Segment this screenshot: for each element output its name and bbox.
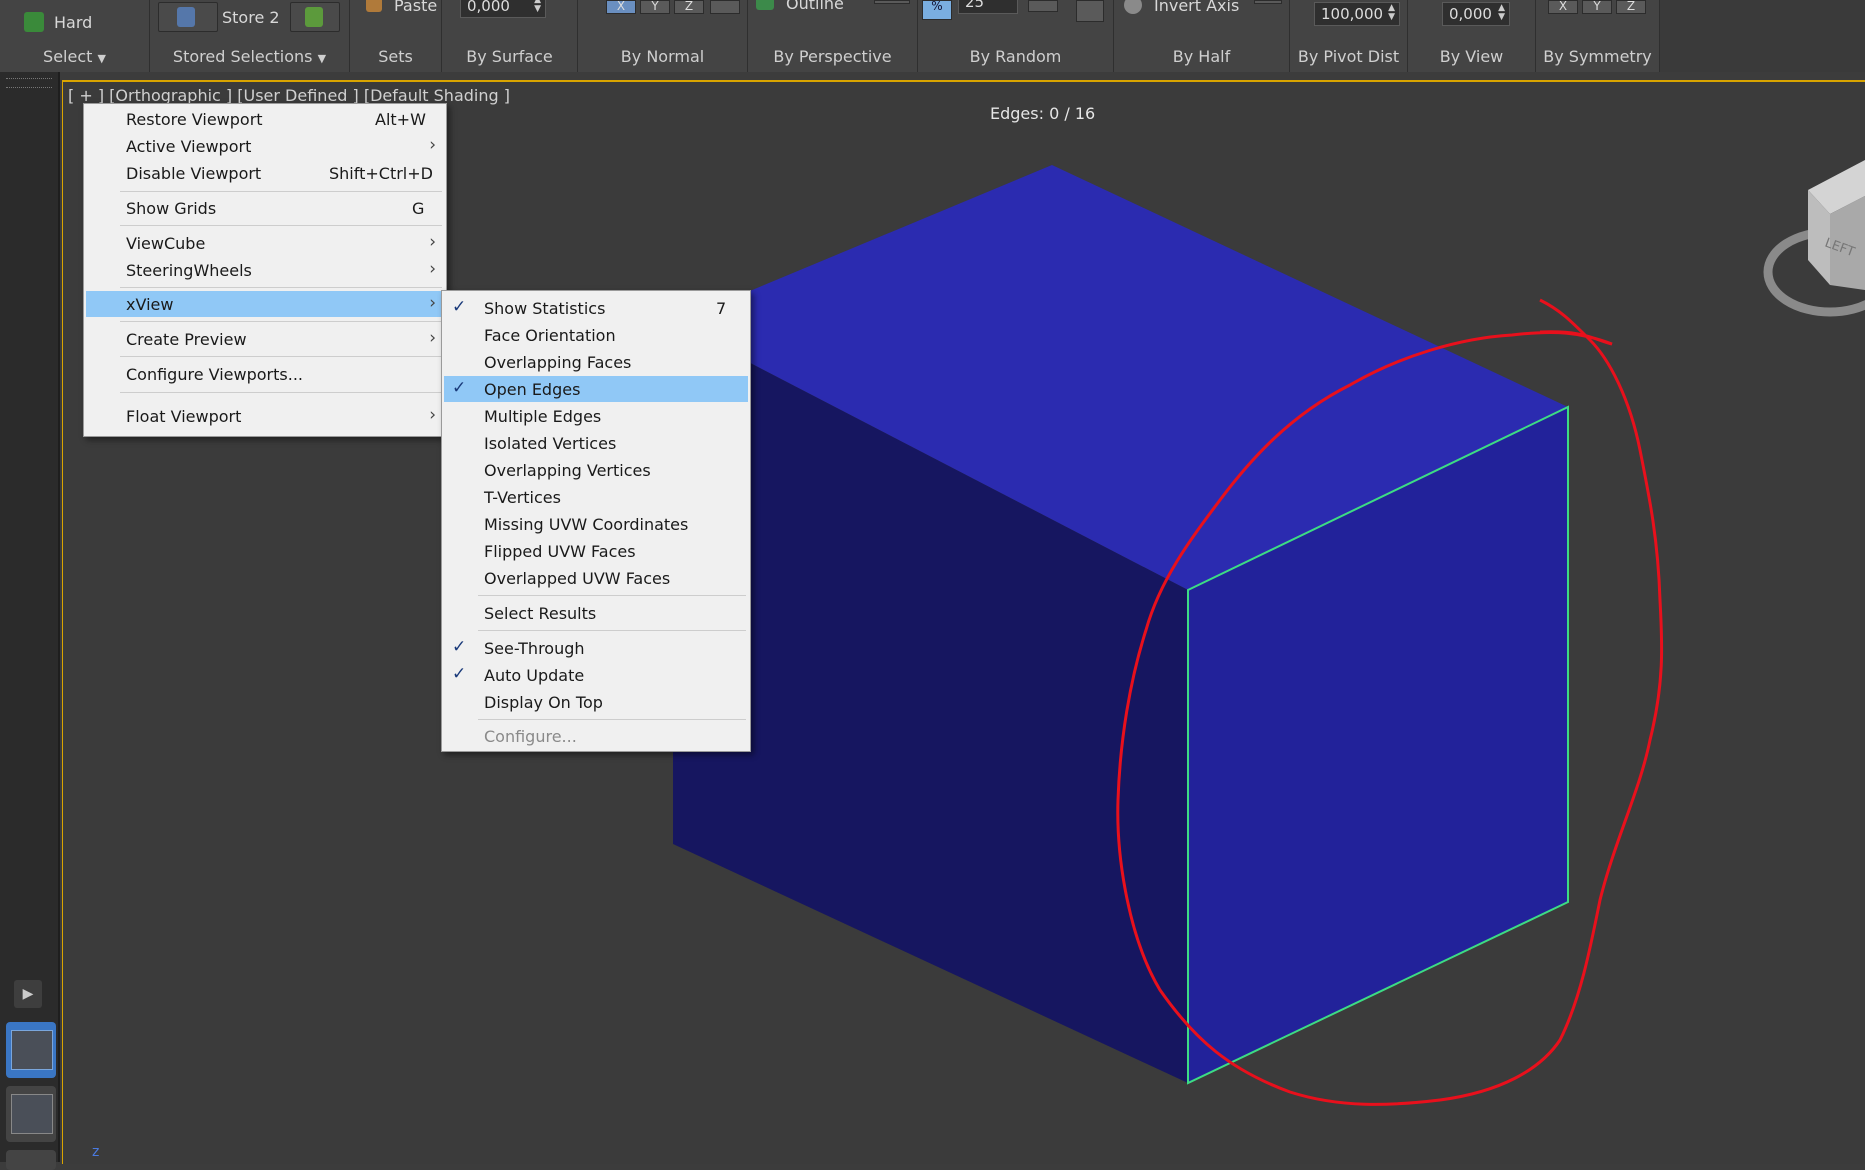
menu-item-label: See-Through — [484, 639, 585, 658]
menu-item-overlapping-faces[interactable]: Overlapping Faces — [444, 349, 748, 375]
check-icon: ✓ — [452, 378, 467, 398]
submenu-arrow-icon: › — [429, 293, 436, 313]
check-icon: ✓ — [452, 297, 467, 317]
shortcut-label: G — [412, 199, 425, 218]
menu-item-select-results[interactable]: Select Results — [444, 600, 748, 626]
submenu-arrow-icon: › — [429, 405, 436, 425]
menu-item-missing-uvw-coordinates[interactable]: Missing UVW Coordinates — [444, 511, 748, 537]
menu-separator — [478, 595, 746, 596]
submenu-arrow-icon: › — [429, 328, 436, 348]
menu-item-label: Show Grids — [126, 199, 217, 218]
menu-item-open-edges[interactable]: ✓ Open Edges — [444, 376, 748, 402]
menu-item-label: SteeringWheels — [126, 261, 252, 280]
menu-item-overlapped-uvw-faces[interactable]: Overlapped UVW Faces — [444, 565, 748, 591]
submenu-arrow-icon: › — [429, 259, 436, 279]
menu-item-restore-viewport[interactable]: Restore Viewport Alt+W — [86, 106, 444, 132]
menu-item-active-viewport[interactable]: Active Viewport › — [86, 133, 444, 159]
menu-item-label: Create Preview — [126, 330, 247, 349]
menu-item-display-on-top[interactable]: Display On Top — [444, 689, 748, 715]
menu-item-float-viewport[interactable]: Float Viewport › — [86, 403, 444, 429]
menu-item-configure-viewports[interactable]: Configure Viewports... — [86, 361, 444, 387]
menu-item-show-grids[interactable]: Show Grids G — [86, 195, 444, 221]
menu-item-label: Auto Update — [484, 666, 585, 685]
menu-item-label: Multiple Edges — [484, 407, 602, 426]
menu-separator — [120, 392, 442, 393]
menu-item-flipped-uvw-faces[interactable]: Flipped UVW Faces — [444, 538, 748, 564]
menu-item-label: Overlapped UVW Faces — [484, 569, 671, 588]
menu-item-label: Disable Viewport — [126, 164, 262, 183]
menu-item-t-vertices[interactable]: T-Vertices — [444, 484, 748, 510]
viewport-context-menu: Restore Viewport Alt+W Active Viewport ›… — [83, 103, 447, 437]
menu-item-auto-update[interactable]: ✓ Auto Update — [444, 662, 748, 688]
menu-separator — [120, 356, 442, 357]
menu-item-label: Isolated Vertices — [484, 434, 617, 453]
edges-statistics: Edges: 0 / 16 — [990, 104, 1096, 123]
menu-item-label: Display On Top — [484, 693, 603, 712]
shortcut-label: Shift+Ctrl+D — [329, 164, 433, 183]
menu-item-label: Active Viewport — [126, 137, 252, 156]
menu-item-face-orientation[interactable]: Face Orientation — [444, 322, 748, 348]
menu-separator — [120, 225, 442, 226]
check-icon: ✓ — [452, 637, 467, 657]
menu-item-configure: Configure... — [444, 723, 748, 749]
menu-item-isolated-vertices[interactable]: Isolated Vertices — [444, 430, 748, 456]
menu-item-multiple-edges[interactable]: Multiple Edges — [444, 403, 748, 429]
menu-item-label: ViewCube — [126, 234, 206, 253]
check-icon: ✓ — [452, 664, 467, 684]
menu-item-show-statistics[interactable]: ✓ Show Statistics 7 — [444, 295, 748, 321]
menu-item-label: Overlapping Faces — [484, 353, 632, 372]
menu-item-label: Configure Viewports... — [126, 365, 303, 384]
menu-item-label: xView — [126, 295, 174, 314]
menu-item-viewcube[interactable]: ViewCube › — [86, 230, 444, 256]
menu-item-label: Face Orientation — [484, 326, 616, 345]
menu-separator — [478, 630, 746, 631]
menu-item-label: Open Edges — [484, 380, 581, 399]
menu-item-overlapping-vertices[interactable]: Overlapping Vertices — [444, 457, 748, 483]
menu-separator — [478, 719, 746, 720]
menu-item-label: Flipped UVW Faces — [484, 542, 636, 561]
menu-separator — [120, 191, 442, 192]
menu-item-create-preview[interactable]: Create Preview › — [86, 326, 444, 352]
menu-item-disable-viewport[interactable]: Disable Viewport Shift+Ctrl+D — [86, 160, 444, 186]
menu-item-xview[interactable]: xView › — [86, 291, 444, 317]
menu-item-label: T-Vertices — [484, 488, 561, 507]
menu-separator — [120, 287, 442, 288]
viewcube[interactable]: LEFT — [1763, 160, 1865, 317]
menu-separator — [120, 321, 442, 322]
menu-item-label: Configure... — [484, 727, 577, 746]
shortcut-label: Alt+W — [375, 110, 426, 129]
menu-item-label: Select Results — [484, 604, 597, 623]
xview-submenu: ✓ Show Statistics 7 Face Orientation Ove… — [441, 290, 751, 752]
submenu-arrow-icon: › — [429, 232, 436, 252]
menu-item-label: Missing UVW Coordinates — [484, 515, 689, 534]
submenu-arrow-icon: › — [429, 135, 436, 155]
menu-item-steeringwheels[interactable]: SteeringWheels › — [86, 257, 444, 283]
menu-item-see-through[interactable]: ✓ See-Through — [444, 635, 748, 661]
axis-label-z: z — [92, 1144, 99, 1160]
menu-item-label: Float Viewport — [126, 407, 242, 426]
shortcut-label: 7 — [716, 299, 727, 318]
menu-item-label: Restore Viewport — [126, 110, 263, 129]
menu-item-label: Overlapping Vertices — [484, 461, 651, 480]
menu-item-label: Show Statistics — [484, 299, 606, 318]
